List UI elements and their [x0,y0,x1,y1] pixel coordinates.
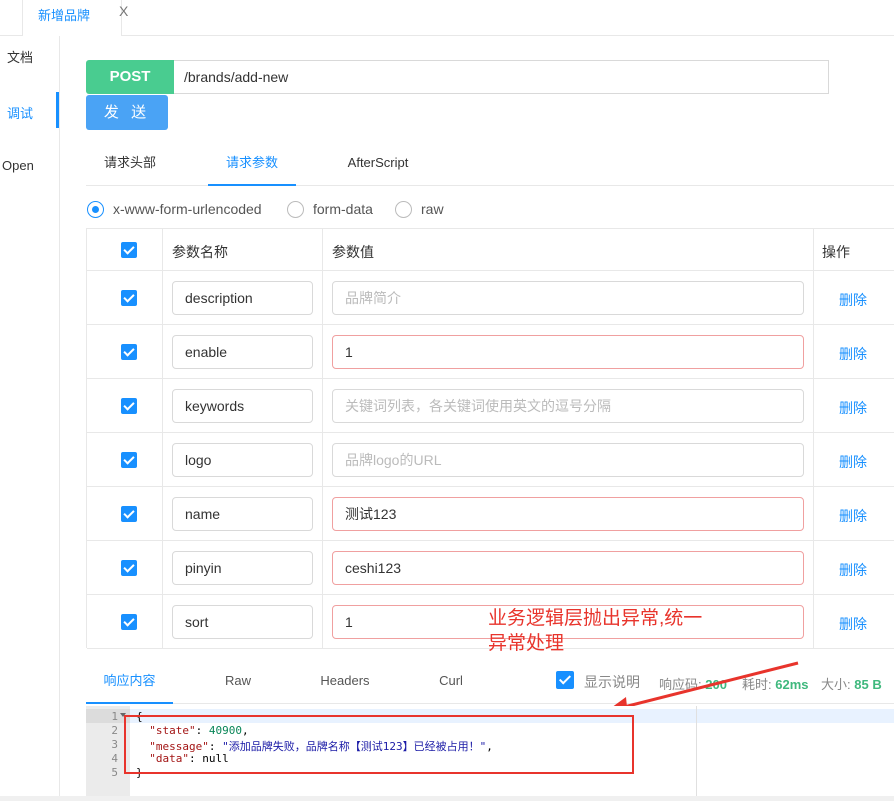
tab-headers[interactable]: Headers [303,664,387,704]
param-name-field[interactable]: keywords [172,389,313,423]
tab-strip: 新增品牌 X [0,0,894,36]
row-checkbox[interactable] [121,560,137,576]
delete-link[interactable]: 删除 [839,452,867,472]
param-value-field[interactable]: 1 [332,335,804,369]
checkbox-checked-icon [556,671,574,689]
param-name-field[interactable]: logo [172,443,313,477]
radio-form-data[interactable]: form-data [287,200,387,218]
editor-divider [696,706,697,801]
row-checkbox[interactable] [121,452,137,468]
header-param-name: 参数名称 [172,244,228,260]
tab-curl[interactable]: Curl [409,664,493,704]
table-row: description 品牌简介 删除 [87,271,894,325]
param-name-field[interactable]: pinyin [172,551,313,585]
request-tabs: 请求头部 请求参数 AfterScript [86,146,894,186]
delete-link[interactable]: 删除 [839,560,867,580]
nav-active-indicator [56,92,59,128]
delete-link[interactable]: 删除 [839,290,867,310]
url-input[interactable]: /brands/add-new [174,60,829,94]
radio-icon [395,201,412,218]
method-badge[interactable]: POST [86,60,174,94]
delete-link[interactable]: 删除 [839,614,867,634]
radio-form-data-label: form-data [313,201,373,217]
row-checkbox[interactable] [121,614,137,630]
radio-raw[interactable]: raw [395,200,455,218]
nav-item-docs[interactable]: 文档 [7,47,67,66]
param-value-field[interactable]: 测试123 [332,497,804,531]
row-checkbox[interactable] [121,506,137,522]
select-all-checkbox[interactable] [121,242,137,258]
table-row: name 测试123 删除 [87,487,894,541]
table-row: logo 品牌logo的URL 删除 [87,433,894,487]
param-value-field[interactable]: 品牌logo的URL [332,443,804,477]
bottom-strip [0,796,894,801]
delete-link[interactable]: 删除 [839,398,867,418]
param-value-field[interactable]: 品牌简介 [332,281,804,315]
annotation-line-2: 异常处理 [488,633,565,654]
annotation-line-1: 业务逻辑层抛出异常,统一 [488,608,703,629]
line-number: 3 [111,738,118,751]
table-header: 参数名称 参数值 操作 [87,229,894,271]
radio-raw-label: raw [421,201,444,217]
param-name-field[interactable]: description [172,281,313,315]
tab-response-content[interactable]: 响应内容 [86,664,173,704]
tab-request-headers[interactable]: 请求头部 [86,146,174,186]
param-name-field[interactable]: name [172,497,313,531]
response-size: 大小: 85 B [821,677,882,692]
table-row: enable 1 删除 [87,325,894,379]
annotation-highlight-box [124,715,634,774]
row-checkbox[interactable] [121,398,137,414]
param-name-field[interactable]: sort [172,605,313,639]
nav-item-open[interactable]: Open [2,158,62,173]
delete-link[interactable]: 删除 [839,344,867,364]
line-number: 2 [111,724,118,737]
header-action: 操作 [822,244,850,260]
line-number: 5 [111,766,118,779]
annotation-text: 业务逻辑层抛出异常,统一 异常处理 [488,606,748,656]
row-checkbox[interactable] [121,290,137,306]
line-number: 4 [111,752,118,765]
param-name-field[interactable]: enable [172,335,313,369]
tab-raw[interactable]: Raw [196,664,280,704]
param-value-field[interactable]: ceshi123 [332,551,804,585]
params-table: 参数名称 参数值 操作 description 品牌简介 删除 enable 1… [86,228,894,649]
table-row: pinyin ceshi123 删除 [87,541,894,595]
radio-urlencoded-label: x-www-form-urlencoded [113,201,262,217]
delete-link[interactable]: 删除 [839,506,867,526]
radio-icon [287,201,304,218]
line-number: 1 [111,710,118,723]
table-row: keywords 关键词列表，各关键词使用英文的逗号分隔 删除 [87,379,894,433]
header-param-value: 参数值 [332,244,374,260]
tab-add-brand[interactable]: 新增品牌 X [22,0,128,36]
close-icon[interactable]: X [119,3,128,19]
row-checkbox[interactable] [121,344,137,360]
left-nav: 文档 调试 Open [0,36,60,801]
send-button[interactable]: 发 送 [86,95,168,130]
tab-add-brand-label: 新增品牌 [38,8,91,23]
radio-selected-icon [87,201,104,218]
param-value-field[interactable]: 关键词列表，各关键词使用英文的逗号分隔 [332,389,804,423]
tab-afterscript[interactable]: AfterScript [334,146,422,186]
radio-urlencoded[interactable]: x-www-form-urlencoded [87,200,277,218]
tab-request-params[interactable]: 请求参数 [208,146,296,186]
